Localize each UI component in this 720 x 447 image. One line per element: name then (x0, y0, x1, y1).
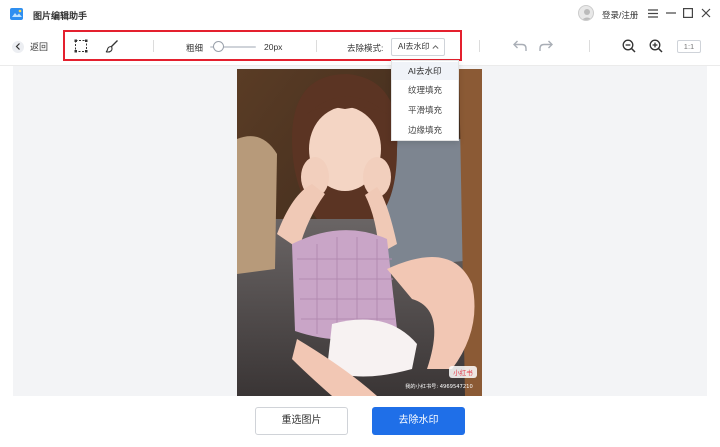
maximize-icon[interactable] (680, 5, 696, 21)
chevron-left-icon (12, 40, 24, 53)
brush-icon[interactable] (105, 39, 119, 53)
remove-mode-value: AI去水印 (398, 42, 430, 51)
redo-icon[interactable] (539, 40, 553, 52)
brush-size-slider-handle[interactable] (213, 41, 224, 52)
zoom-out-icon[interactable] (622, 39, 636, 53)
dropdown-option-ai[interactable]: AI去水印 (392, 62, 458, 80)
minimize-icon[interactable] (663, 5, 679, 21)
remove-mode-dropdown: AI去水印 纹理填充 平滑填充 边缘填充 (391, 60, 459, 141)
toolbar-divider (153, 40, 154, 52)
chevron-up-icon (432, 45, 439, 49)
toolbar-divider (316, 40, 317, 52)
title-bar: 图片编辑助手 登录/注册 (0, 0, 720, 28)
back-label: 返回 (30, 42, 49, 52)
reselect-image-button[interactable]: 重选图片 (255, 407, 348, 435)
menu-icon[interactable] (645, 5, 661, 21)
login-register-link[interactable]: 登录/注册 (602, 9, 638, 21)
brush-size-value: 20px (264, 42, 283, 52)
user-avatar-icon[interactable] (578, 5, 594, 21)
app-logo-icon (10, 8, 23, 20)
dropdown-option-texture[interactable]: 纹理填充 (392, 81, 458, 99)
remove-mode-label: 去除模式: (347, 43, 384, 53)
zoom-in-icon[interactable] (649, 39, 663, 53)
remove-watermark-button[interactable]: 去除水印 (372, 407, 465, 435)
actual-size-button[interactable]: 1:1 (677, 40, 701, 53)
back-button[interactable]: 返回 (12, 40, 48, 53)
toolbar-divider (589, 40, 590, 52)
remove-mode-select[interactable]: AI去水印 (391, 38, 445, 56)
toolbar-divider (479, 40, 480, 52)
close-icon[interactable] (698, 5, 714, 21)
watermark-id: 我的小红书号: 4969547210 (405, 382, 473, 390)
dropdown-option-smooth[interactable]: 平滑填充 (392, 101, 458, 119)
brush-size-label: 粗细 (186, 43, 204, 53)
undo-icon[interactable] (513, 40, 527, 52)
dropdown-option-edge[interactable]: 边缘填充 (392, 121, 458, 139)
rect-select-icon[interactable] (74, 39, 88, 53)
app-title: 图片编辑助手 (33, 11, 88, 21)
watermark-badge: 小红书 (453, 368, 473, 377)
